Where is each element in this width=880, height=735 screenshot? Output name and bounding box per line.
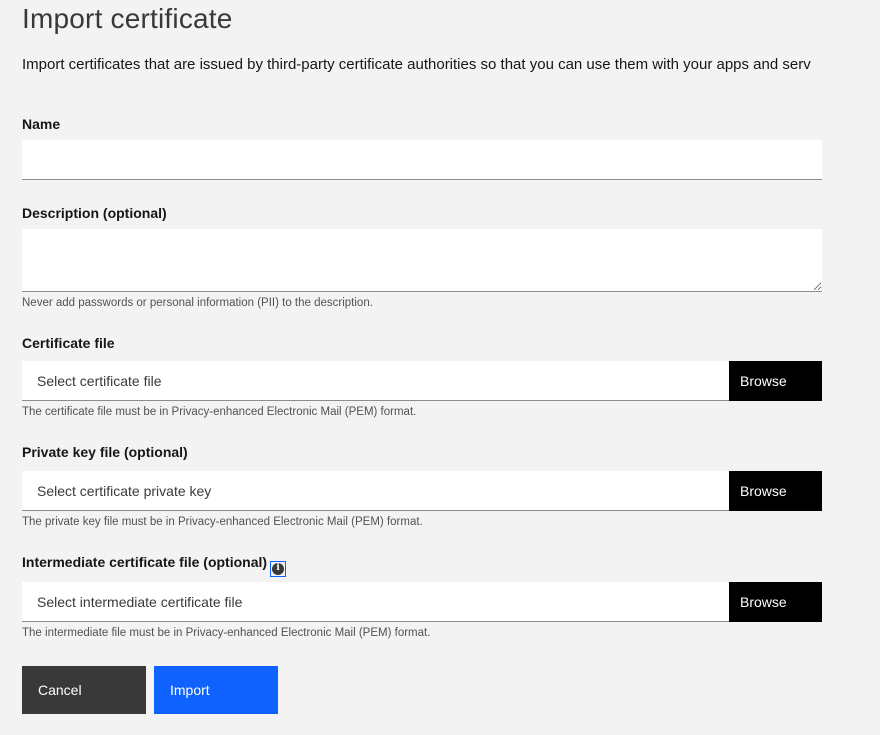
private-key-file-helper-text: The private key file must be in Privacy-… [22, 516, 423, 528]
name-input[interactable] [22, 140, 822, 180]
intermediate-file-label: Intermediate certificate file (optional) [22, 554, 268, 570]
certificate-file-label: Certificate file [22, 335, 115, 351]
import-button[interactable]: Import [154, 666, 278, 714]
import-certificate-page: Import certificate Import certificates t… [0, 0, 880, 735]
name-label: Name [22, 116, 61, 132]
intermediate-file-helper-text: The intermediate file must be in Privacy… [22, 627, 431, 639]
info-glyph-icon: i [272, 562, 285, 575]
intermediate-file-label-row: Intermediate certificate file (optional)… [22, 554, 287, 577]
info-icon[interactable]: i [270, 560, 287, 577]
certificate-file-field[interactable]: Select certificate file [22, 361, 729, 401]
certificate-browse-button[interactable]: Browse [729, 361, 822, 401]
certificate-file-row: Select certificate file Browse [22, 361, 822, 401]
intermediate-file-field[interactable]: Select intermediate certificate file [22, 582, 729, 622]
page-description: Import certificates that are issued by t… [22, 56, 811, 73]
intermediate-browse-button[interactable]: Browse [729, 582, 822, 622]
description-textarea[interactable] [22, 229, 822, 292]
private-key-file-label: Private key file (optional) [22, 444, 188, 460]
private-key-file-field[interactable]: Select certificate private key [22, 471, 729, 511]
description-helper-text: Never add passwords or personal informat… [22, 297, 373, 309]
description-label: Description (optional) [22, 205, 167, 221]
private-key-browse-button[interactable]: Browse [729, 471, 822, 511]
private-key-file-row: Select certificate private key Browse [22, 471, 822, 511]
cancel-button[interactable]: Cancel [22, 666, 146, 714]
intermediate-file-row: Select intermediate certificate file Bro… [22, 582, 822, 622]
certificate-file-helper-text: The certificate file must be in Privacy-… [22, 406, 417, 418]
page-title: Import certificate [22, 3, 233, 34]
